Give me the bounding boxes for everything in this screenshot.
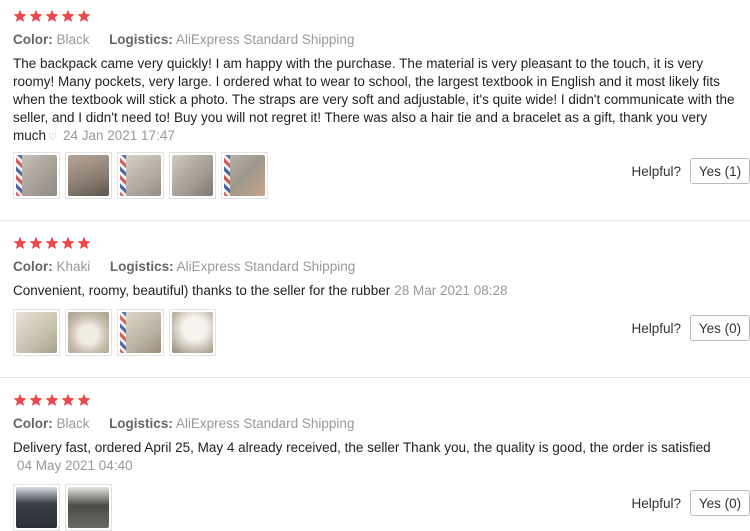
- helpful-yes-button[interactable]: Yes (0): [690, 315, 750, 341]
- helpful-yes-button[interactable]: Yes (1): [690, 158, 750, 184]
- color-label: Color:: [13, 32, 53, 47]
- star-icon: [45, 236, 59, 250]
- star-icon: [45, 9, 59, 23]
- star-icon: [77, 236, 91, 250]
- photo-gallery: [13, 152, 268, 199]
- star-icon: [13, 9, 27, 23]
- star-rating: [13, 393, 91, 409]
- color-label: Color:: [13, 259, 53, 274]
- color-value: Khaki: [56, 259, 91, 274]
- star-icon: [45, 393, 59, 407]
- photo-gallery: [13, 309, 216, 356]
- review-date: 28 Mar 2021 08:28: [394, 283, 508, 298]
- review-photo[interactable]: [169, 309, 216, 356]
- review-meta: Color: Khaki Logistics: AliExpress Stand…: [13, 259, 355, 274]
- logistics-label: Logistics:: [109, 416, 173, 431]
- logistics-label: Logistics:: [109, 32, 173, 47]
- star-icon: [77, 9, 91, 23]
- color-value: Black: [56, 32, 90, 47]
- star-icon: [29, 236, 43, 250]
- review-text: Convenient, roomy, beautiful) thanks to …: [13, 282, 735, 300]
- review-photo[interactable]: [117, 152, 164, 199]
- logistics-label: Logistics:: [109, 259, 174, 274]
- review-text: Delivery fast, ordered April 25, May 4 a…: [13, 439, 735, 475]
- review-body: Delivery fast, ordered April 25, May 4 a…: [13, 440, 711, 455]
- helpful-label: Helpful?: [631, 320, 681, 336]
- heart-icon: ♡: [48, 132, 57, 143]
- helpful-label: Helpful?: [631, 163, 681, 179]
- star-icon: [13, 393, 27, 407]
- helpful-section: Helpful? Yes (1): [631, 158, 750, 184]
- review-photo[interactable]: [13, 309, 60, 356]
- review-meta: Color: Black Logistics: AliExpress Stand…: [13, 32, 354, 47]
- review-photo[interactable]: [65, 484, 112, 531]
- star-icon: [29, 9, 43, 23]
- star-rating: [13, 236, 91, 252]
- photo-gallery: [13, 484, 112, 531]
- star-icon: [61, 9, 75, 23]
- review-photo[interactable]: [13, 484, 60, 531]
- review-photo[interactable]: [117, 309, 164, 356]
- helpful-label: Helpful?: [631, 495, 681, 511]
- review-photo[interactable]: [13, 152, 60, 199]
- review-text: The backpack came very quickly! I am hap…: [13, 55, 735, 147]
- review-photo[interactable]: [221, 152, 268, 199]
- star-icon: [77, 393, 91, 407]
- review-date: 24 Jan 2021 17:47: [62, 128, 175, 143]
- logistics-value: AliExpress Standard Shipping: [175, 32, 355, 47]
- review-card: Color: Khaki Logistics: AliExpress Stand…: [0, 236, 750, 366]
- star-icon: [61, 236, 75, 250]
- review-card: Color: Black Logistics: AliExpress Stand…: [0, 393, 750, 531]
- logistics-value: AliExpress Standard Shipping: [175, 416, 355, 431]
- review-photo[interactable]: [65, 309, 112, 356]
- star-rating: [13, 9, 91, 25]
- color-value: Black: [56, 416, 90, 431]
- star-icon: [29, 393, 43, 407]
- star-icon: [13, 236, 27, 250]
- helpful-section: Helpful? Yes (0): [631, 490, 750, 516]
- review-date: 04 May 2021 04:40: [17, 458, 133, 473]
- color-label: Color:: [13, 416, 53, 431]
- review-card: Color: Black Logistics: AliExpress Stand…: [0, 9, 750, 209]
- review-body: Convenient, roomy, beautiful) thanks to …: [13, 283, 391, 298]
- review-divider: [0, 377, 750, 378]
- review-divider: [0, 220, 750, 221]
- logistics-value: AliExpress Standard Shipping: [176, 259, 356, 274]
- star-icon: [61, 393, 75, 407]
- review-meta: Color: Black Logistics: AliExpress Stand…: [13, 416, 354, 431]
- helpful-section: Helpful? Yes (0): [631, 315, 750, 341]
- review-photo[interactable]: [169, 152, 216, 199]
- review-photo[interactable]: [65, 152, 112, 199]
- helpful-yes-button[interactable]: Yes (0): [690, 490, 750, 516]
